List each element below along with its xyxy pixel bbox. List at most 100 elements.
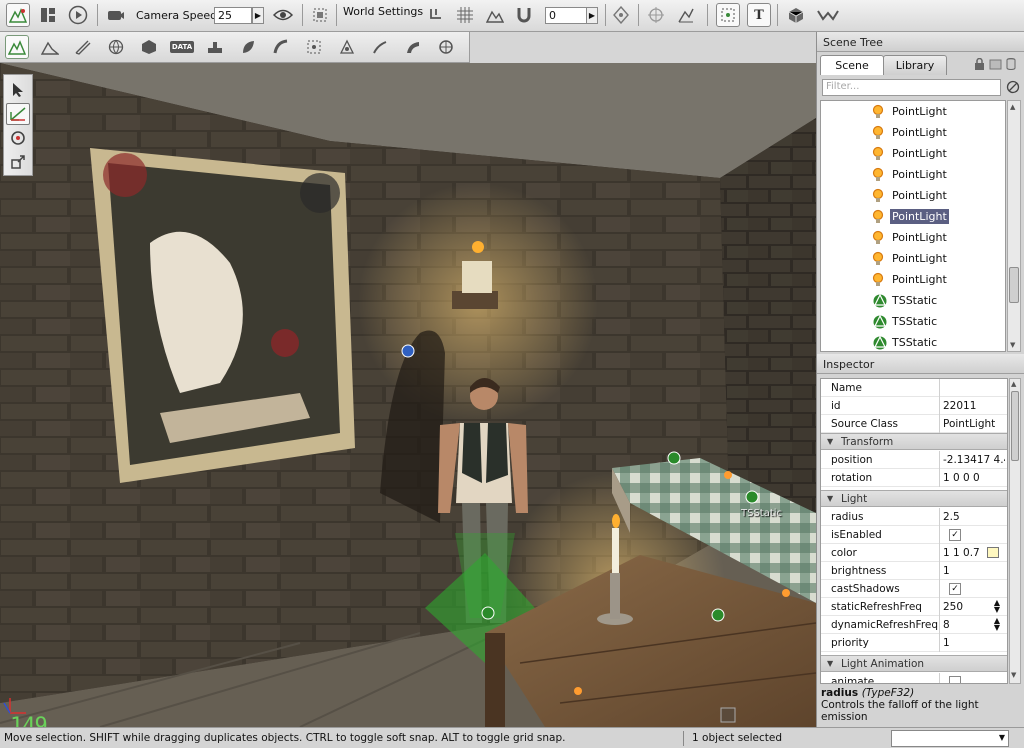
- tree-item[interactable]: PointLight: [821, 122, 1005, 143]
- scene-filter-input[interactable]: Filter...: [822, 79, 1001, 96]
- radius-field[interactable]: 2.5: [943, 511, 1005, 523]
- decal-editor-icon[interactable]: [203, 35, 227, 59]
- mesh-road-icon[interactable]: [401, 35, 425, 59]
- tree-item[interactable]: PointLight: [821, 206, 1005, 227]
- tree-item[interactable]: PointLight: [821, 164, 1005, 185]
- position-field[interactable]: -2.13417 4.4: [943, 454, 1005, 466]
- tree-item[interactable]: PointLight: [821, 143, 1005, 164]
- road-editor-icon[interactable]: [269, 35, 293, 59]
- world-editor-icon[interactable]: [6, 3, 30, 27]
- color-field[interactable]: 1 1 0.7: [943, 547, 983, 559]
- field-key: dynamicRefreshFreq: [831, 619, 939, 631]
- scroll-up-icon[interactable]: ▲: [1010, 103, 1015, 111]
- static-refresh-field[interactable]: 250: [943, 601, 987, 613]
- snap-value-input[interactable]: 0: [545, 7, 587, 24]
- tree-item[interactable]: PointLight: [821, 185, 1005, 206]
- object-transform-icon[interactable]: [609, 3, 633, 27]
- tab-library[interactable]: Library: [883, 55, 947, 75]
- navmesh-editor-icon[interactable]: [434, 35, 458, 59]
- scroll-up-icon[interactable]: ▲: [1011, 380, 1016, 388]
- help-description: Controls the falloff of the light emissi…: [821, 699, 979, 723]
- point-light-icon: [872, 167, 886, 183]
- lock-icon[interactable]: [974, 57, 986, 70]
- inspector-grid: Name id 22011 Source Class PointLight ▼ …: [820, 378, 1008, 684]
- forest-editor-icon[interactable]: [236, 35, 260, 59]
- crosshair-icon[interactable]: [644, 3, 668, 27]
- scroll-down-icon[interactable]: ▼: [1011, 671, 1016, 679]
- tree-item[interactable]: PointLight: [821, 248, 1005, 269]
- point-light-icon: [872, 251, 886, 267]
- particle-editor-icon[interactable]: [335, 35, 359, 59]
- priority-field[interactable]: 1: [943, 637, 1005, 649]
- datablock-editor-icon[interactable]: DATA: [169, 35, 195, 59]
- scene-tree-scrollbar[interactable]: ▲ ▼: [1007, 100, 1021, 352]
- toolbar-divider: [336, 4, 337, 26]
- tree-item[interactable]: PointLight: [821, 269, 1005, 290]
- tree-item[interactable]: PointLight: [821, 101, 1005, 122]
- scrollbar-thumb[interactable]: [1009, 267, 1019, 303]
- scrollbar-thumb[interactable]: [1011, 391, 1019, 461]
- status-dropdown[interactable]: ▼: [891, 730, 1009, 747]
- text-labels-icon[interactable]: T: [747, 3, 771, 27]
- color-swatch[interactable]: [987, 547, 999, 558]
- group-transform[interactable]: ▼ Transform: [821, 433, 1007, 450]
- rotation-field[interactable]: 1 0 0 0: [943, 472, 1005, 484]
- group-light-animation[interactable]: ▼ Light Animation: [821, 655, 1007, 672]
- inspector-scrollbar[interactable]: ▲ ▼: [1009, 378, 1021, 684]
- point-light-icon: [872, 230, 886, 246]
- tree-item[interactable]: PointLight: [821, 227, 1005, 248]
- new-group-icon[interactable]: [989, 58, 1002, 70]
- clear-filter-icon[interactable]: [1006, 80, 1020, 94]
- point-light-icon: [872, 146, 886, 162]
- visibility-eye-icon[interactable]: [271, 3, 295, 27]
- terrain-editor-icon[interactable]: [38, 35, 62, 59]
- collapse-icon[interactable]: [816, 3, 840, 27]
- grid-snap-icon[interactable]: [453, 3, 477, 27]
- play-game-icon[interactable]: [66, 3, 90, 27]
- mesh-editor-icon[interactable]: [137, 35, 161, 59]
- camera-speed-spinner[interactable]: ▶: [252, 7, 264, 24]
- point-light-icon: [872, 188, 886, 204]
- terrain-painter-icon[interactable]: [71, 35, 95, 59]
- world-settings-label[interactable]: World Settings: [343, 5, 423, 18]
- object-box-icon[interactable]: [784, 3, 808, 27]
- delete-bin-icon[interactable]: [1006, 58, 1018, 70]
- material-editor-icon[interactable]: [104, 35, 128, 59]
- tree-item[interactable]: TSStatic: [821, 332, 1005, 351]
- tree-item[interactable]: TSStatic: [821, 290, 1005, 311]
- field-key: staticRefreshFreq: [831, 601, 922, 613]
- field-key: animate: [831, 676, 875, 684]
- gui-editor-icon[interactable]: [36, 3, 60, 27]
- is-enabled-checkbox[interactable]: ✓: [949, 529, 961, 541]
- tree-item[interactable]: TSStatic: [821, 311, 1005, 332]
- field-key: castShadows: [831, 583, 900, 595]
- select-arrow-icon[interactable]: [6, 79, 30, 101]
- snap-value-spinner[interactable]: ▶: [586, 7, 598, 24]
- animate-checkbox[interactable]: [949, 676, 961, 683]
- river-editor-icon[interactable]: [368, 35, 392, 59]
- scale-tool-icon[interactable]: [6, 151, 30, 173]
- rotate-tool-icon[interactable]: [6, 127, 30, 149]
- magnet-snap-icon[interactable]: [512, 3, 536, 27]
- tab-scene[interactable]: Scene: [820, 55, 884, 75]
- scene-tree-list[interactable]: PointLight PointLight PointLight PointLight…: [820, 100, 1006, 352]
- brightness-field[interactable]: 1: [943, 565, 1005, 577]
- group-light[interactable]: ▼ Light: [821, 490, 1007, 507]
- cast-shadows-checkbox[interactable]: ✓: [949, 583, 961, 595]
- inspector-row-animate: animate: [821, 673, 1007, 684]
- 3d-viewport[interactable]: TSStatic 149: [0, 63, 816, 727]
- dynamic-refresh-stepper[interactable]: ▲ ▼: [991, 617, 1003, 632]
- selection-center-icon[interactable]: [716, 3, 740, 27]
- scroll-down-icon[interactable]: ▼: [1010, 341, 1015, 349]
- move-tool-icon[interactable]: [6, 103, 30, 125]
- dynamic-refresh-field[interactable]: 8: [943, 619, 987, 631]
- mission-area-icon[interactable]: [302, 35, 326, 59]
- snap-to-ground-icon[interactable]: [424, 3, 448, 27]
- field-key: color: [831, 547, 857, 559]
- fit-view-icon[interactable]: [308, 3, 332, 27]
- static-refresh-stepper[interactable]: ▲ ▼: [991, 599, 1003, 614]
- camera-speed-input[interactable]: 25: [214, 7, 252, 24]
- object-editor-icon[interactable]: [5, 35, 29, 59]
- terrain-snap-icon[interactable]: [483, 3, 507, 27]
- measure-icon[interactable]: [674, 3, 698, 27]
